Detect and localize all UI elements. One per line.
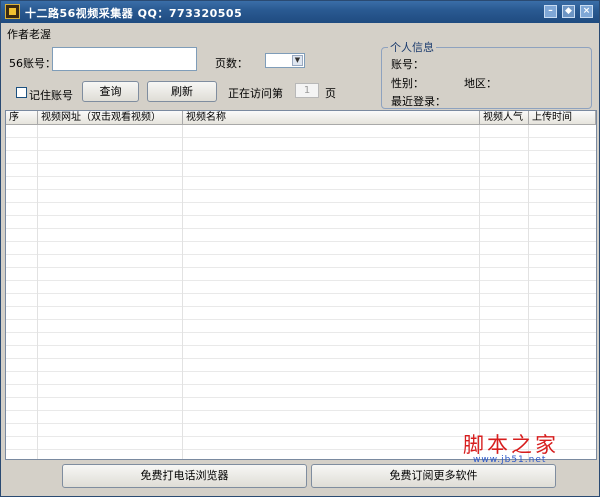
video-table[interactable]: 序 视频网址（双击观看视频） 视频名称 视频人气 上传时间 (5, 110, 597, 460)
column-header-video-name[interactable]: 视频名称 (183, 111, 480, 124)
column-header-upload-time[interactable]: 上传时间 (529, 111, 596, 124)
window-title: 十二路56视频采集器 QQ：773320505 (25, 7, 243, 20)
current-page-field: 1 (295, 83, 319, 98)
watermark: 脚本之家 www.jb51.net (453, 429, 585, 465)
close-button[interactable]: × (580, 5, 593, 18)
column-divider (479, 125, 480, 459)
query-button[interactable]: 查询 (82, 81, 139, 102)
page-suffix-label: 页 (325, 87, 336, 100)
pages-label: 页数： (215, 57, 248, 70)
visiting-label: 正在访问第 (228, 87, 283, 100)
main-window: 十二路56视频采集器 QQ：773320505 – ◆ × 作者老渥 56账号：… (0, 0, 600, 497)
pages-select[interactable]: ▼ (265, 53, 305, 68)
remember-account-label[interactable]: 记住账号 (29, 87, 73, 103)
watermark-url: www.jb51.net (473, 455, 547, 465)
info-last-login-label: 最近登录： (391, 95, 446, 108)
table-header: 序 视频网址（双击观看视频） 视频名称 视频人气 上传时间 (6, 111, 596, 125)
remember-account-checkbox[interactable] (16, 87, 27, 98)
app-icon (5, 4, 20, 19)
author-label: 作者老渥 (7, 28, 51, 41)
column-header-video-url[interactable]: 视频网址（双击观看视频） (38, 111, 183, 124)
personal-info-legend: 个人信息 (390, 41, 434, 54)
subscribe-more-software-button[interactable]: 免费订阅更多软件 (311, 464, 556, 488)
column-header-popularity[interactable]: 视频人气 (480, 111, 529, 124)
title-bar[interactable]: 十二路56视频采集器 QQ：773320505 – ◆ × (1, 1, 599, 23)
column-divider (182, 125, 183, 459)
chevron-down-icon[interactable]: ▼ (292, 55, 303, 66)
minimize-button[interactable]: – (544, 5, 557, 18)
table-body[interactable] (6, 125, 596, 459)
maximize-button[interactable]: ◆ (562, 5, 575, 18)
column-divider (37, 125, 38, 459)
info-region-label: 地区： (464, 77, 497, 90)
account-label: 56账号： (9, 57, 56, 70)
account-input[interactable] (52, 47, 197, 71)
column-divider (528, 125, 529, 459)
info-gender-label: 性别： (391, 77, 424, 90)
refresh-button[interactable]: 刷新 (147, 81, 217, 102)
info-account-label: 账号： (391, 58, 424, 71)
column-header-index[interactable]: 序 (6, 111, 38, 124)
free-call-browser-button[interactable]: 免费打电话浏览器 (62, 464, 307, 488)
